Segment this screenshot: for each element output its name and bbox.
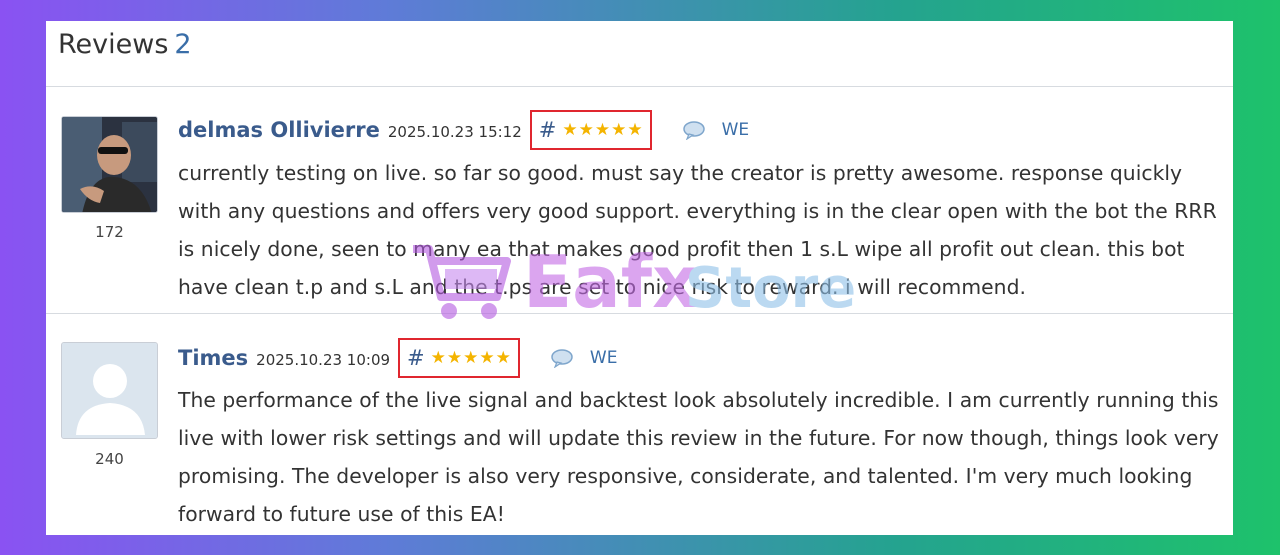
star-icon: ★ xyxy=(479,347,495,368)
reply-link[interactable]: WE xyxy=(590,348,618,368)
author-link[interactable]: Times xyxy=(178,346,248,370)
avatar[interactable] xyxy=(61,116,158,213)
reviews-count: 2 xyxy=(174,29,192,60)
star-icon: ★ xyxy=(627,119,643,140)
star-icon: ★ xyxy=(562,119,578,140)
rating-highlight: # ★ ★ ★ ★ ★ xyxy=(529,110,652,150)
permalink-hash[interactable]: # xyxy=(407,346,425,370)
rating-stars: ★ ★ ★ ★ ★ xyxy=(562,119,643,140)
review-date: 2025.10.23 15:12 xyxy=(387,122,522,141)
reviews-header: Reviews 2 xyxy=(46,21,1233,87)
reviews-panel: Reviews 2 172 delmas Ollivierre 2025.10.2… xyxy=(46,21,1233,535)
avatar-photo xyxy=(62,117,157,212)
rating-highlight: # ★ ★ ★ ★ ★ xyxy=(398,338,520,378)
star-icon: ★ xyxy=(594,119,611,140)
star-icon: ★ xyxy=(578,119,594,140)
star-icon: ★ xyxy=(495,347,511,368)
chat-bubble-icon[interactable] xyxy=(682,120,706,141)
review-text: currently testing on live. so far so goo… xyxy=(178,161,1217,299)
star-icon: ★ xyxy=(463,347,479,368)
default-avatar-icon xyxy=(62,343,157,438)
permalink-hash[interactable]: # xyxy=(539,118,557,142)
reviews-title: Reviews 2 xyxy=(58,29,192,60)
star-icon: ★ xyxy=(446,347,463,368)
star-icon: ★ xyxy=(611,119,627,140)
review-meta: Times 2025.10.23 10:09 # ★ ★ ★ ★ ★ WE xyxy=(178,338,617,378)
rating-stars: ★ ★ ★ ★ ★ xyxy=(430,347,511,368)
reviews-title-label: Reviews xyxy=(58,29,169,60)
review-item: 240 Times 2025.10.23 10:09 # ★ ★ ★ ★ ★ W… xyxy=(46,315,1233,535)
review-text: The performance of the live signal and b… xyxy=(178,388,1219,526)
star-icon: ★ xyxy=(430,347,446,368)
review-item: 172 delmas Ollivierre 2025.10.23 15:12 #… xyxy=(46,88,1233,314)
avatar-count: 172 xyxy=(95,223,124,241)
chat-bubble-icon[interactable] xyxy=(550,348,574,369)
review-meta: delmas Ollivierre 2025.10.23 15:12 # ★ ★… xyxy=(178,110,749,150)
avatar[interactable] xyxy=(61,342,158,439)
review-date: 2025.10.23 10:09 xyxy=(256,350,391,369)
avatar-count: 240 xyxy=(95,450,124,468)
reply-link[interactable]: WE xyxy=(722,120,750,140)
author-link[interactable]: delmas Ollivierre xyxy=(178,118,380,142)
